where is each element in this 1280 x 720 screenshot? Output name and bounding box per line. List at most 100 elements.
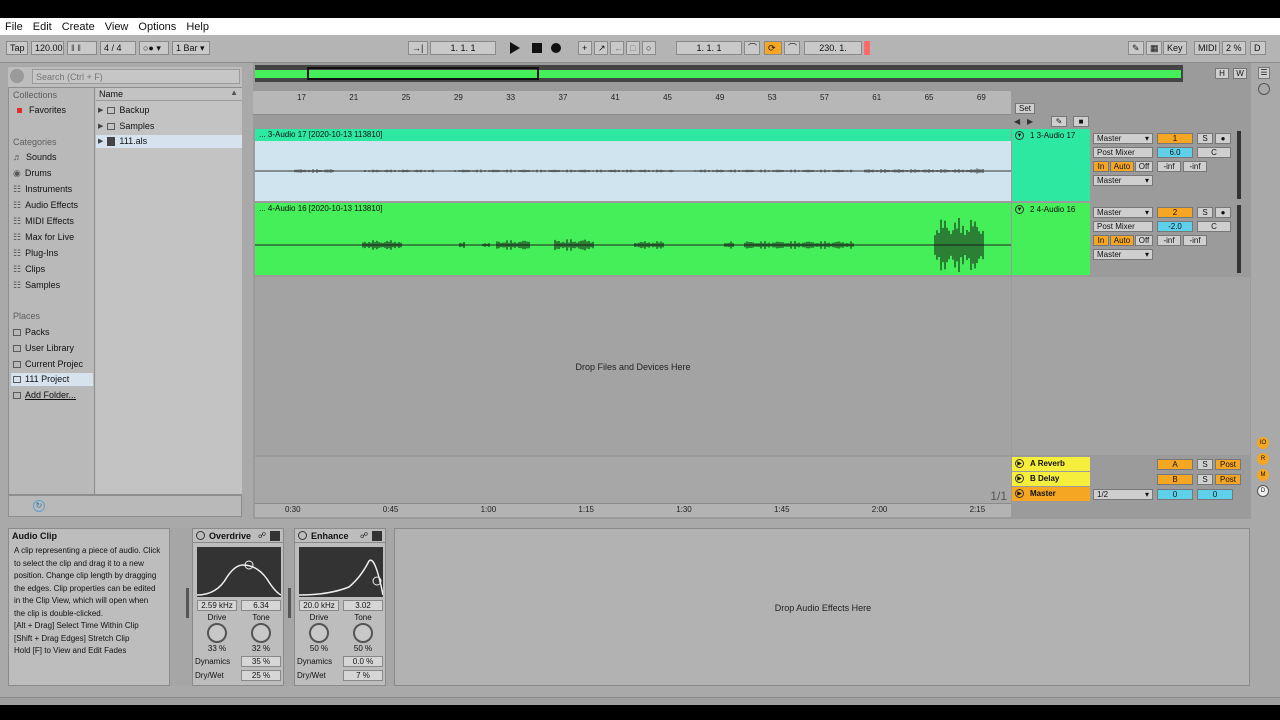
solo-button[interactable]: S [1197,207,1213,218]
menu-create[interactable]: Create [57,21,100,33]
return-a-activator[interactable]: A [1157,459,1193,470]
audio-from-select[interactable]: Master ▾ [1093,175,1153,186]
return-a-post-button[interactable]: Post [1215,459,1241,470]
overdrive-filter-display[interactable] [197,547,281,597]
midi-map-button[interactable]: MIDI [1194,41,1220,55]
fold-track-icon[interactable]: ▶ [1015,459,1024,468]
key-map-button[interactable]: Key [1163,41,1187,55]
capture-icon[interactable]: □ [626,41,640,55]
sidebar-item-drums[interactable]: ◉ Drums [13,167,51,180]
track-header-2[interactable]: ▼ 2 4-Audio 16 [1012,203,1090,275]
sidebar-item-audio-effects[interactable]: ☷ Audio Effects [13,199,78,212]
sidebar-item-sounds[interactable]: ♬ Sounds [13,151,57,164]
tone-knob[interactable] [251,623,271,643]
fold-track-icon[interactable]: ▶ [1015,489,1024,498]
time-ruler[interactable]: 0:30 0:45 1:00 1:15 1:30 1:45 2:00 2:15 [255,503,1011,517]
previous-locator-icon[interactable]: ◀ [1014,117,1026,127]
menu-icon[interactable]: ☰ [1258,67,1270,79]
overview-viewport[interactable] [307,67,539,80]
monitor-select[interactable]: Post Mixer [1093,147,1153,158]
audio-clip-track-2[interactable]: ... 4-Audio 16 [2020-10-13 113810] [255,203,1011,275]
reenable-automation-icon[interactable]: ← [610,41,624,55]
punch-in-icon[interactable]: ⌒ [744,41,760,55]
computer-midi-keyboard-icon[interactable]: ▦ [1146,41,1162,55]
file-item-backup[interactable]: ▶ Backup [98,104,149,117]
monitor-in-button[interactable]: In [1093,235,1109,246]
return-track-a[interactable]: ▶ A Reverb [1012,457,1090,471]
automation-arm-icon[interactable]: ↗ [594,41,608,55]
arm-button[interactable]: ● [1215,133,1231,144]
solo-button[interactable]: S [1197,133,1213,144]
return-b-post-button[interactable]: Post [1215,474,1241,485]
enhance-filter-display[interactable] [299,547,383,597]
menu-options[interactable]: Options [133,21,181,33]
audio-clip-track-1[interactable]: ... 3-Audio 17 [2020-10-13 113810] [255,129,1011,201]
track-name[interactable]: 2 4-Audio 16 [1030,205,1075,214]
hot-swap-icon[interactable]: ☍ [257,531,267,541]
audio-from-select[interactable]: Master ▾ [1093,249,1153,260]
device-title-bar[interactable]: Overdrive ☍ [193,529,283,543]
device-drop-area[interactable]: Drop Audio Effects Here [394,528,1250,686]
follow-icon[interactable]: →| [408,41,428,55]
expand-arrow-icon[interactable]: ▶ [98,120,103,133]
expand-arrow-icon[interactable]: ▶ [98,135,103,148]
lock-envelopes-icon[interactable]: ■ [1073,116,1089,127]
set-locator-button[interactable]: Set [1015,103,1035,114]
audio-to-select[interactable]: Master ▾ [1093,207,1153,218]
cue-volume[interactable]: 0 [1197,489,1233,500]
device-activator-icon[interactable] [298,531,307,540]
browser-toggle-icon[interactable] [10,69,24,83]
audio-to-select[interactable]: Master ▾ [1093,133,1153,144]
sidebar-item-clips[interactable]: ☷ Clips [13,263,45,276]
track-pan[interactable]: C [1197,221,1231,232]
tempo-field[interactable]: 120.00 [31,41,64,55]
name-column-header[interactable]: Name ▲ [96,88,242,101]
save-preset-icon[interactable] [372,531,382,541]
sidebar-item-current-project[interactable]: Current Projec [13,358,83,371]
time-signature[interactable]: 4 / 4 [100,41,136,55]
track-activator-button[interactable]: 1 [1157,133,1193,144]
clip-title-bar[interactable]: ... 3-Audio 17 [2020-10-13 113810] [255,129,1011,141]
dry-wet-value[interactable]: 25 % [241,670,281,681]
sidebar-item-samples[interactable]: ☷ Samples [13,279,60,292]
quantize-menu[interactable]: 1 Bar ▾ [172,41,210,55]
file-item-samples[interactable]: ▶ Samples [98,120,154,133]
file-item-111-als[interactable]: ▶ 111.als [96,135,242,148]
drive-knob[interactable] [207,623,227,643]
device-title-bar[interactable]: Enhance ☍ [295,529,385,543]
expand-arrow-icon[interactable]: ▶ [98,104,103,117]
monitor-in-button[interactable]: In [1093,161,1109,172]
tone-knob[interactable] [353,623,373,643]
overdrive-frequency[interactable]: 2.59 kHz [197,600,237,611]
track-volume[interactable]: 6.0 [1157,147,1193,158]
nudge-icon[interactable]: ‖ ‖ [67,41,97,55]
menu-help[interactable]: Help [181,21,214,33]
track-header-1[interactable]: ▼ 1 3-Audio 17 [1012,129,1090,201]
fold-track-icon[interactable]: ▼ [1015,131,1024,140]
overview-h-button[interactable]: H [1215,68,1229,79]
sidebar-item-favorites[interactable]: Favorites [17,104,66,117]
track-volume[interactable]: -2.0 [1157,221,1193,232]
io-toggle-icon[interactable]: IO [1257,437,1269,449]
sidebar-item-111-project[interactable]: 111 Project [11,373,93,386]
track-pan[interactable]: C [1197,147,1231,158]
circle-icon[interactable] [1258,83,1270,95]
solo-button[interactable]: S [1197,474,1213,485]
overdub-icon[interactable]: + [578,41,592,55]
monitor-off-button[interactable]: Off [1135,161,1153,172]
loop-switch-icon[interactable]: ⟳ [764,41,782,55]
browser-search-input[interactable] [32,69,240,84]
enhance-width[interactable]: 3.02 [343,600,383,611]
sends-toggle-icon[interactable]: R [1257,453,1269,465]
next-locator-icon[interactable]: ▶ [1027,117,1039,127]
sidebar-item-user-library[interactable]: User Library [13,342,74,355]
enhance-frequency[interactable]: 20.0 kHz [299,600,339,611]
sidebar-item-packs[interactable]: Packs [13,326,50,339]
dry-wet-value[interactable]: 7 % [343,670,383,681]
sidebar-item-add-folder[interactable]: Add Folder... [13,389,76,402]
automation-edit-icon[interactable]: ✎ [1051,116,1067,127]
device-activator-icon[interactable] [196,531,205,540]
track-activator-button[interactable]: 2 [1157,207,1193,218]
track-name[interactable]: 1 3-Audio 17 [1030,131,1075,140]
monitor-auto-button[interactable]: Auto [1110,235,1134,246]
